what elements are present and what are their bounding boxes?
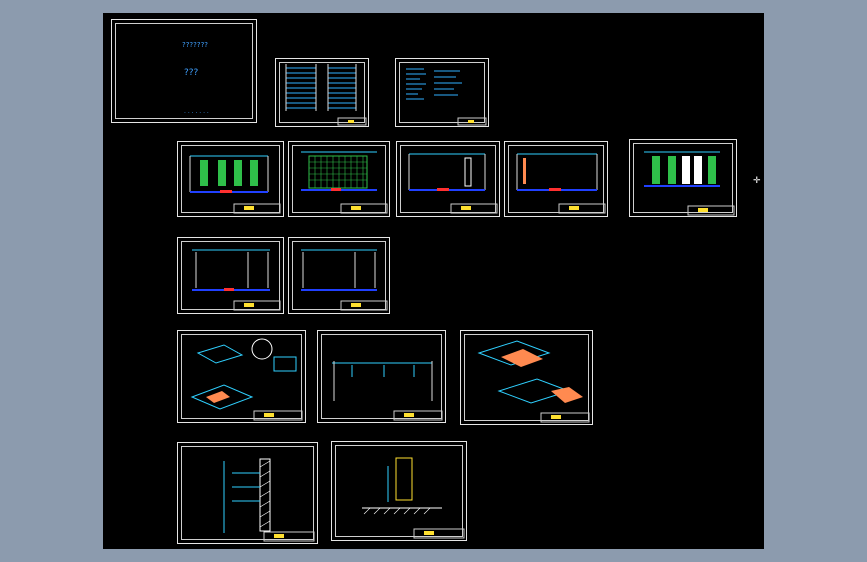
- sheet-elevation-5[interactable]: [629, 139, 737, 217]
- sheet-elevation-3[interactable]: [396, 141, 500, 217]
- sheet-section-1[interactable]: [177, 237, 284, 314]
- elevation-4-drawing: [516, 153, 606, 214]
- plan-detail-drawing: [332, 361, 443, 421]
- sheet-section-2[interactable]: [288, 237, 390, 314]
- elevation-5-drawing: [644, 151, 735, 216]
- sheet-elevation-4[interactable]: [504, 141, 608, 217]
- crosshair-icon: ✛: [753, 176, 761, 186]
- base-detail-drawing: [362, 457, 465, 539]
- sheet-elevation-1[interactable]: [177, 141, 284, 217]
- elevation-1-drawing: [189, 155, 281, 214]
- sheet-index-table[interactable]: [275, 58, 369, 127]
- sheet-plan-detail[interactable]: [317, 330, 446, 423]
- sheet-elevation-2[interactable]: [288, 141, 390, 217]
- section-2-drawing: [301, 249, 388, 311]
- axonometric-1-drawing: [190, 338, 303, 421]
- sheet-wall-section[interactable]: [177, 442, 318, 544]
- elevation-2-drawing: [301, 151, 388, 214]
- sheet-base-detail[interactable]: [331, 441, 467, 541]
- sheet-axonometric-1[interactable]: [177, 330, 306, 423]
- elevation-3-drawing: [408, 153, 498, 214]
- sheet-cover[interactable]: ??????? ??? . . . . . . .: [111, 19, 257, 123]
- cover-title: ???????: [182, 41, 209, 49]
- cover-footer: . . . . . . .: [184, 108, 209, 115]
- drawing-canvas[interactable]: ??????? ??? . . . . . . .: [103, 13, 764, 549]
- sheet-axonometric-2[interactable]: [460, 330, 593, 425]
- cover-subtitle: ???: [184, 68, 199, 78]
- axonometric-2-drawing: [477, 340, 590, 423]
- index-table-lines: [285, 64, 367, 126]
- wall-section-drawing: [223, 458, 315, 542]
- section-1-drawing: [192, 249, 281, 311]
- notes-lines: [406, 68, 487, 126]
- sheet-notes[interactable]: [395, 58, 489, 127]
